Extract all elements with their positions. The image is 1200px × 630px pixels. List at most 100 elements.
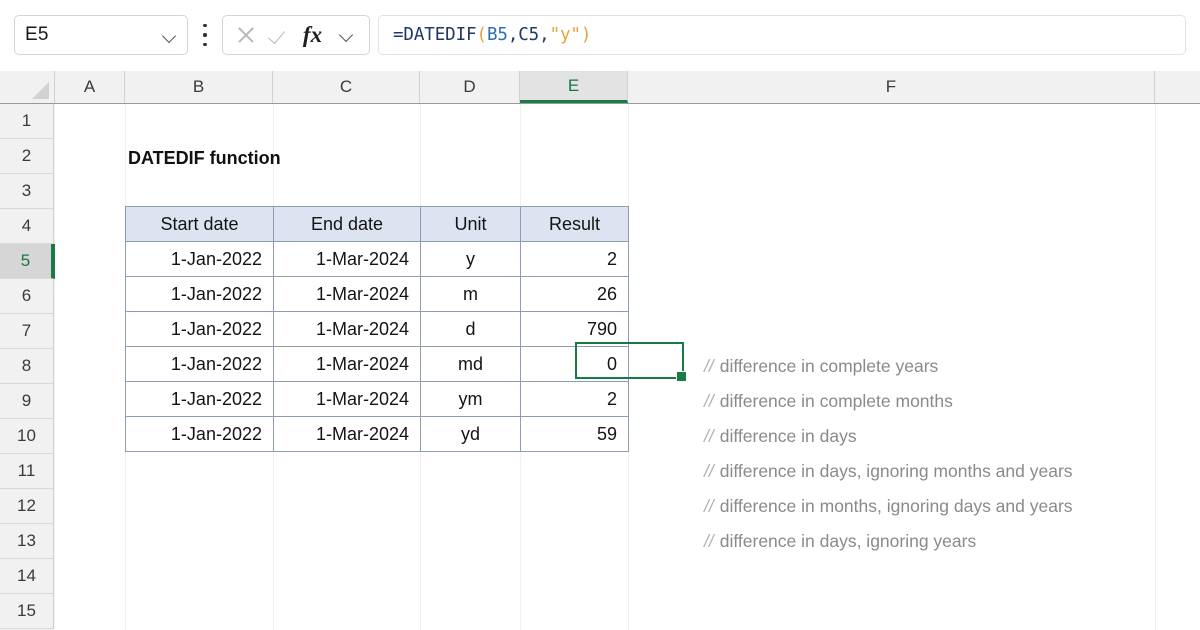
formula-token-close-paren: ) <box>581 25 591 45</box>
formula-token-ref-b5: B5 <box>487 25 508 45</box>
kebab-dot <box>203 33 206 36</box>
column-header-end-date: End date <box>274 207 421 242</box>
cell-end-date[interactable]: 1-Mar-2024 <box>274 312 421 347</box>
table-row[interactable]: 1-Jan-2022 1-Mar-2024 md 0 <box>126 347 629 382</box>
row-header-13[interactable]: 13 <box>0 524 54 559</box>
comment-text: difference in days, ignoring months and … <box>720 461 1073 482</box>
page-title: DATEDIF function <box>128 148 281 169</box>
row-header-3[interactable]: 3 <box>0 174 54 209</box>
comment-text: difference in complete months <box>720 391 953 412</box>
formula-bar: E5 fx =DATEDIF(B5,C5,"y") <box>0 0 1200 71</box>
row-header-9[interactable]: 9 <box>0 384 54 419</box>
cell-unit[interactable]: y <box>421 242 521 277</box>
comment-text: difference in months, ignoring days and … <box>720 496 1073 517</box>
cell-result[interactable]: 2 <box>521 382 629 417</box>
column-header-f[interactable]: F <box>628 71 1155 103</box>
column-header-start-date: Start date <box>126 207 274 242</box>
cell-result[interactable]: 2 <box>521 242 629 277</box>
formula-token-function: =DATEDIF <box>393 25 477 45</box>
comment-row: // difference in months, ignoring days a… <box>704 489 1073 524</box>
cell-start-date[interactable]: 1-Jan-2022 <box>126 277 274 312</box>
table-header-row: Start date End date Unit Result <box>126 207 629 242</box>
fx-icon[interactable]: fx <box>299 22 327 48</box>
row-header-7[interactable]: 7 <box>0 314 54 349</box>
formula-token-ref-c5: C5 <box>518 25 539 45</box>
kebab-dot <box>203 43 206 46</box>
column-header-e[interactable]: E <box>520 71 628 103</box>
comment-list: // difference in complete years // diffe… <box>704 349 1073 559</box>
chevron-down-icon[interactable] <box>162 28 177 43</box>
table-row[interactable]: 1-Jan-2022 1-Mar-2024 yd 59 <box>126 417 629 452</box>
cell-end-date[interactable]: 1-Mar-2024 <box>274 242 421 277</box>
cell-start-date[interactable]: 1-Jan-2022 <box>126 242 274 277</box>
row-header-10[interactable]: 10 <box>0 419 54 454</box>
kebab-dot <box>203 24 206 27</box>
column-header-unit: Unit <box>421 207 521 242</box>
cell-result[interactable]: 26 <box>521 277 629 312</box>
cell-result[interactable]: 59 <box>521 417 629 452</box>
formula-token-comma: , <box>508 25 518 45</box>
comment-prefix: // <box>704 531 714 552</box>
cell-end-date[interactable]: 1-Mar-2024 <box>274 417 421 452</box>
row-header-14[interactable]: 14 <box>0 559 54 594</box>
formula-input[interactable]: =DATEDIF(B5,C5,"y") <box>378 15 1186 55</box>
row-header-2[interactable]: 2 <box>0 139 54 174</box>
table-row[interactable]: 1-Jan-2022 1-Mar-2024 ym 2 <box>126 382 629 417</box>
comment-text: difference in days <box>720 426 857 447</box>
row-header-1[interactable]: 1 <box>0 104 54 139</box>
check-icon[interactable] <box>266 22 292 48</box>
comment-row: // difference in days <box>704 419 1073 454</box>
cell-unit[interactable]: m <box>421 277 521 312</box>
comment-prefix: // <box>704 496 714 517</box>
cell-unit[interactable]: yd <box>421 417 521 452</box>
datedif-table: Start date End date Unit Result 1-Jan-20… <box>125 206 629 452</box>
kebab-menu-icon[interactable] <box>199 22 211 48</box>
column-header-g[interactable] <box>1155 71 1200 103</box>
cell-end-date[interactable]: 1-Mar-2024 <box>274 382 421 417</box>
row-header-12[interactable]: 12 <box>0 489 54 524</box>
column-header-c[interactable]: C <box>273 71 420 103</box>
row-header-5[interactable]: 5 <box>0 244 55 279</box>
row-header-8[interactable]: 8 <box>0 349 54 384</box>
cell-unit[interactable]: d <box>421 312 521 347</box>
comment-text: difference in complete years <box>720 356 939 377</box>
column-header-row: A B C D E F <box>0 71 1200 104</box>
select-all-corner-icon[interactable] <box>0 71 55 103</box>
row-header-11[interactable]: 11 <box>0 454 54 489</box>
comment-prefix: // <box>704 461 714 482</box>
name-box-value: E5 <box>25 24 162 46</box>
row-header-6[interactable]: 6 <box>0 279 54 314</box>
comment-row: // difference in days, ignoring years <box>704 524 1073 559</box>
table-row[interactable]: 1-Jan-2022 1-Mar-2024 m 26 <box>126 277 629 312</box>
column-header-b[interactable]: B <box>125 71 273 103</box>
cell-result[interactable]: 0 <box>521 347 629 382</box>
comment-row: // difference in complete years <box>704 349 1073 384</box>
comment-prefix: // <box>704 391 714 412</box>
table-row[interactable]: 1-Jan-2022 1-Mar-2024 d 790 <box>126 312 629 347</box>
formula-token-string-arg: "y" <box>550 25 581 45</box>
cell-unit[interactable]: md <box>421 347 521 382</box>
cell-result[interactable]: 790 <box>521 312 629 347</box>
column-header-a[interactable]: A <box>55 71 125 103</box>
column-header-d[interactable]: D <box>420 71 520 103</box>
spreadsheet-grid[interactable]: DATEDIF function Start date End date Uni… <box>55 104 1200 630</box>
row-header-4[interactable]: 4 <box>0 209 54 244</box>
cell-start-date[interactable]: 1-Jan-2022 <box>126 382 274 417</box>
formula-actions-group: fx <box>222 15 370 55</box>
comment-row: // difference in complete months <box>704 384 1073 419</box>
row-header-15[interactable]: 15 <box>0 594 54 629</box>
formula-token-comma: , <box>539 25 549 45</box>
comment-prefix: // <box>704 356 714 377</box>
name-box[interactable]: E5 <box>14 15 188 55</box>
cell-unit[interactable]: ym <box>421 382 521 417</box>
comment-prefix: // <box>704 426 714 447</box>
comment-row: // difference in days, ignoring months a… <box>704 454 1073 489</box>
cell-end-date[interactable]: 1-Mar-2024 <box>274 277 421 312</box>
table-row[interactable]: 1-Jan-2022 1-Mar-2024 y 2 <box>126 242 629 277</box>
cell-start-date[interactable]: 1-Jan-2022 <box>126 312 274 347</box>
cell-start-date[interactable]: 1-Jan-2022 <box>126 347 274 382</box>
cell-end-date[interactable]: 1-Mar-2024 <box>274 347 421 382</box>
close-icon[interactable] <box>233 22 259 48</box>
cell-start-date[interactable]: 1-Jan-2022 <box>126 417 274 452</box>
chevron-down-icon[interactable] <box>334 22 360 48</box>
